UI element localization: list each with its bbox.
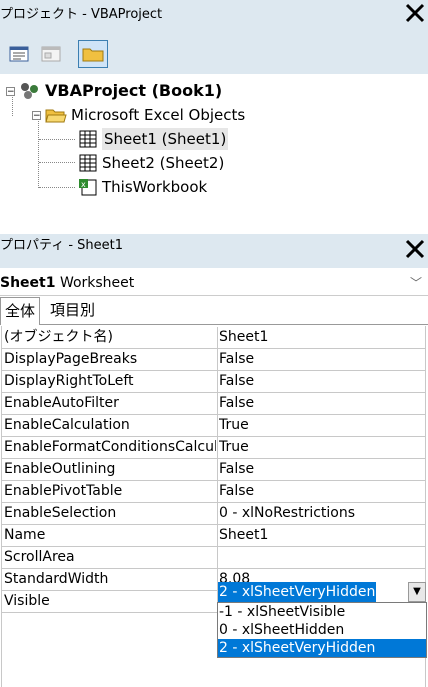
visible-value-select[interactable]: 2 - xlSheetVeryHidden ▼ bbox=[218, 582, 426, 602]
property-value[interactable]: False bbox=[219, 371, 424, 392]
property-value[interactable]: Sheet1 bbox=[219, 525, 424, 546]
collapse-icon[interactable]: − bbox=[32, 110, 41, 120]
property-row[interactable]: EnableAutoFilter False bbox=[2, 393, 426, 415]
property-name: EnableAutoFilter bbox=[4, 395, 119, 411]
property-name: EnableCalculation bbox=[4, 417, 130, 433]
project-explorer-title: プロジェクト - VBAProject bbox=[0, 7, 163, 22]
chevron-down-icon: ﹀ bbox=[409, 276, 422, 290]
property-row[interactable]: EnableSelection 0 - xlNoRestrictions bbox=[2, 503, 426, 525]
object-select[interactable]: Sheet1 Worksheet ﹀ bbox=[0, 270, 428, 296]
tree-item-label: ThisWorkbook bbox=[102, 178, 208, 196]
property-value[interactable]: 0 - xlNoRestrictions bbox=[219, 503, 424, 524]
property-name: Name bbox=[4, 527, 46, 543]
properties-close-button[interactable] bbox=[402, 238, 428, 264]
tab-categorized[interactable]: 項目別 bbox=[46, 297, 99, 324]
workbook-icon: x bbox=[79, 179, 97, 196]
view-code-icon bbox=[9, 46, 29, 62]
property-name: StandardWidth bbox=[4, 571, 109, 587]
view-object-button[interactable] bbox=[36, 40, 66, 68]
dropdown-option-selected[interactable]: 2 - xlSheetVeryHidden bbox=[218, 639, 426, 657]
toggle-folders-button[interactable] bbox=[78, 40, 108, 68]
property-row[interactable]: EnableCalculation True bbox=[2, 415, 426, 437]
tree-project-label: VBAProject (Book1) bbox=[45, 81, 223, 100]
tab-label: 項目別 bbox=[50, 301, 96, 319]
property-row[interactable]: ScrollArea bbox=[2, 547, 426, 569]
tree-item-sheet1[interactable]: Sheet1 (Sheet1) bbox=[78, 128, 229, 150]
vba-project-icon bbox=[21, 83, 38, 99]
project-tree: − VBAProject (Book1) − Microsoft Excel O… bbox=[0, 74, 428, 226]
open-folder-icon bbox=[45, 109, 67, 123]
dropdown-option[interactable]: -1 - xlSheetVisible bbox=[218, 603, 426, 621]
object-type: Worksheet bbox=[59, 275, 135, 291]
property-grid: (オブジェクト名) Sheet1 DisplayPageBreaks False Dis… bbox=[2, 327, 426, 613]
tree-item-thisworkbook[interactable]: x ThisWorkbook bbox=[78, 176, 207, 198]
property-value[interactable]: False bbox=[219, 393, 424, 414]
properties-tabs: 全体 項目別 bbox=[0, 297, 428, 325]
folder-icon bbox=[82, 48, 104, 62]
property-name: DisplayRightToLeft bbox=[4, 373, 134, 389]
property-name: EnableOutlining bbox=[4, 461, 116, 477]
tree-node-excel-objects[interactable]: − Microsoft Excel Objects bbox=[32, 104, 245, 126]
pane-divider[interactable] bbox=[0, 226, 428, 234]
property-value[interactable]: Sheet1 bbox=[219, 327, 424, 348]
property-name: EnableFormatConditionsCalculation bbox=[4, 439, 216, 455]
property-row[interactable]: (オブジェクト名) Sheet1 bbox=[2, 327, 426, 349]
property-value[interactable]: True bbox=[219, 415, 424, 436]
property-name: ScrollArea bbox=[4, 549, 75, 565]
tab-label: 全体 bbox=[5, 302, 36, 320]
worksheet-icon bbox=[79, 154, 97, 172]
visible-current-value: 2 - xlSheetVeryHidden bbox=[218, 582, 377, 602]
visible-dropdown-list: -1 - xlSheetVisible 0 - xlSheetHidden 2 … bbox=[217, 602, 427, 658]
column-separator[interactable] bbox=[217, 327, 218, 603]
property-row[interactable]: EnableOutlining False bbox=[2, 459, 426, 481]
project-explorer-titlebar: プロジェクト - VBAProject bbox=[0, 0, 428, 36]
tree-item-label: Sheet1 (Sheet1) bbox=[102, 128, 229, 150]
property-value[interactable]: False bbox=[219, 459, 424, 480]
close-icon bbox=[405, 239, 425, 259]
property-name: EnablePivotTable bbox=[4, 483, 123, 499]
property-name: DisplayPageBreaks bbox=[4, 351, 138, 367]
property-name: EnableSelection bbox=[4, 505, 117, 521]
property-row[interactable]: EnablePivotTable False bbox=[2, 481, 426, 503]
svg-text:x: x bbox=[81, 180, 86, 189]
property-value[interactable]: False bbox=[219, 481, 424, 502]
view-code-button[interactable] bbox=[4, 40, 34, 68]
object-name: Sheet1 bbox=[0, 275, 56, 291]
tab-alphabetic[interactable]: 全体 bbox=[0, 297, 41, 325]
project-explorer-close-button[interactable] bbox=[402, 2, 428, 28]
dropdown-button[interactable]: ▼ bbox=[408, 582, 426, 602]
collapse-icon[interactable]: − bbox=[6, 86, 15, 96]
tree-node-project[interactable]: − VBAProject (Book1) bbox=[6, 80, 222, 102]
view-object-icon bbox=[41, 46, 61, 62]
dropdown-option[interactable]: 0 - xlSheetHidden bbox=[218, 621, 426, 639]
property-name: (オブジェクト名) bbox=[4, 329, 113, 345]
project-explorer-toolbar: ▼ bbox=[0, 36, 428, 110]
close-icon bbox=[405, 3, 425, 23]
property-row[interactable]: DisplayPageBreaks False bbox=[2, 349, 426, 371]
property-value[interactable]: False bbox=[219, 349, 424, 370]
property-row[interactable]: EnableFormatConditionsCalculationTrue bbox=[2, 437, 426, 459]
properties-title: プロパティ - Sheet1 bbox=[0, 238, 124, 253]
tree-folder-label: Microsoft Excel Objects bbox=[71, 106, 246, 124]
worksheet-icon bbox=[79, 130, 97, 148]
property-value[interactable]: True bbox=[219, 437, 424, 458]
property-row[interactable]: DisplayRightToLeft False bbox=[2, 371, 426, 393]
tree-item-label: Sheet2 (Sheet2) bbox=[102, 154, 225, 172]
tree-item-sheet2[interactable]: Sheet2 (Sheet2) bbox=[78, 152, 224, 174]
property-name: Visible bbox=[4, 593, 50, 609]
property-row[interactable]: Name Sheet1 bbox=[2, 525, 426, 547]
properties-titlebar: プロパティ - Sheet1 bbox=[0, 234, 428, 268]
